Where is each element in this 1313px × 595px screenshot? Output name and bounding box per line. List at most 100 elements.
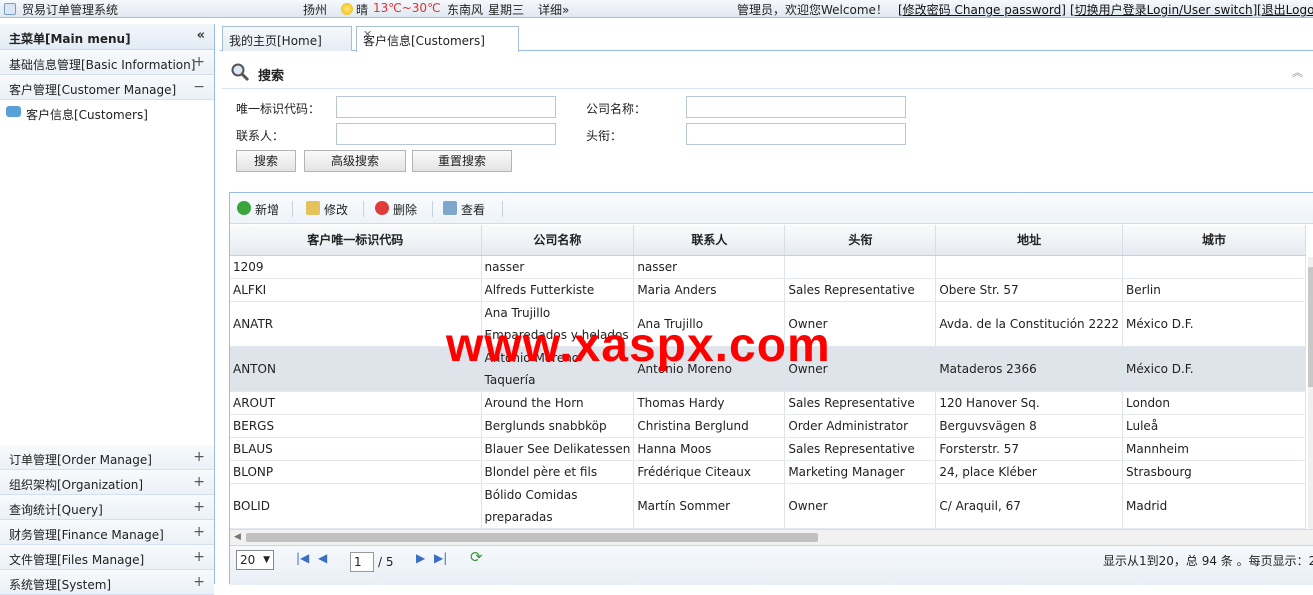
table-cell: Owner — [784, 483, 937, 529]
table-row[interactable]: BLONP Blondel père et fils Frédérique Ci… — [230, 460, 1307, 484]
collapse-sidebar-icon[interactable]: « — [197, 28, 205, 43]
table-cell: AROUT — [230, 391, 482, 415]
sidebar-item-customer-manage[interactable]: 客户管理[Customer Manage] − — [0, 75, 214, 100]
table-row[interactable]: 1209 nasser nasser — [230, 255, 1307, 279]
refresh-icon[interactable]: ⟳ — [470, 548, 483, 566]
expand-icon: + — [193, 54, 205, 70]
sidebar-subitem-label: 客户信息[Customers] — [26, 108, 148, 122]
table-cell: Frédérique Citeaux — [633, 460, 786, 484]
sidebar-item-label: 财务管理[Finance Manage] — [9, 528, 164, 542]
sidebar-item-label: 组织架构[Organization] — [9, 478, 144, 492]
next-page-icon[interactable]: ▶ — [416, 551, 425, 565]
sidebar-item-label: 订单管理[Order Manage] — [9, 453, 152, 467]
switch-user-link[interactable]: [切换用户登录Login/User switch] — [1070, 1, 1257, 18]
collapse-icon: − — [193, 79, 205, 95]
title-input[interactable] — [686, 123, 906, 145]
column-header[interactable]: 联系人 — [633, 225, 786, 256]
table-cell: nasser — [481, 255, 635, 279]
expand-icon: + — [193, 449, 205, 465]
add-label: 新增 — [255, 203, 280, 217]
tab-customers[interactable]: 客户信息[Customers] ✕ — [356, 26, 519, 52]
table-cell: 120 Hanover Sq. — [935, 391, 1124, 415]
company-label: 公司名称： — [586, 102, 647, 116]
table-row[interactable]: BERGS Berglunds snabbköp Christina Bergl… — [230, 414, 1307, 438]
table-cell: Luleå — [1122, 414, 1307, 438]
scroll-left-icon[interactable]: ◀ — [234, 532, 241, 542]
table-cell: 24, place Kléber — [935, 460, 1124, 484]
change-password-link[interactable]: [修改密码 Change password] — [898, 1, 1066, 18]
column-header[interactable]: 地址 — [935, 225, 1124, 256]
sidebar-item-basic-info[interactable]: 基础信息管理[Basic Information] + — [0, 50, 214, 75]
close-icon[interactable]: ✕ — [363, 28, 514, 41]
table-cell: Order Administrator — [784, 414, 937, 438]
table-cell: Berguvsvägen 8 — [935, 414, 1124, 438]
company-input[interactable] — [686, 96, 906, 118]
table-cell: ANATR — [230, 301, 482, 347]
id-label: 唯一标识代码： — [236, 102, 321, 116]
collapse-panel-icon[interactable]: ︽ — [1292, 64, 1303, 80]
table-cell — [1122, 255, 1307, 279]
sidebar-item-label: 文件管理[Files Manage] — [9, 553, 145, 567]
add-button[interactable]: 新增 — [237, 201, 279, 218]
table-row[interactable]: AROUT Around the Horn Thomas Hardy Sales… — [230, 391, 1307, 415]
table-cell — [935, 255, 1124, 279]
search-icon — [231, 63, 250, 82]
sidebar-item-query[interactable]: 查询统计[Query] + — [0, 495, 214, 520]
table-cell: Mannheim — [1122, 437, 1307, 461]
view-button[interactable]: 查看 — [443, 201, 485, 218]
horizontal-scrollbar[interactable]: ◀ — [230, 529, 1313, 545]
sidebar-item-organization[interactable]: 组织架构[Organization] + — [0, 470, 214, 495]
sidebar-item-system[interactable]: 系统管理[System] + — [0, 570, 214, 595]
scroll-thumb[interactable] — [1308, 267, 1313, 387]
table-cell: Sales Representative — [784, 391, 937, 415]
column-header[interactable]: 客户唯一标识代码 — [230, 225, 482, 256]
table-cell: Thomas Hardy — [633, 391, 786, 415]
toolbar-separator — [363, 201, 364, 217]
edit-button[interactable]: 修改 — [306, 201, 348, 218]
first-page-icon[interactable]: |◀ — [296, 551, 309, 565]
header-row: 客户唯一标识代码 公司名称 联系人 头衔 地址 城市 — [230, 225, 1307, 256]
table-row[interactable]: ALFKI Alfreds Futterkiste Maria Anders S… — [230, 278, 1307, 302]
table-cell: Martín Sommer — [633, 483, 786, 529]
reset-search-button[interactable]: 重置搜索 — [412, 150, 512, 172]
page-number-input[interactable]: 1 — [350, 552, 374, 572]
delete-button[interactable]: 删除 — [375, 201, 417, 218]
sidebar: 主菜单[Main menu] « 基础信息管理[Basic Informatio… — [0, 24, 215, 595]
sidebar-item-label: 系统管理[System] — [9, 578, 112, 592]
search-button[interactable]: 搜索 — [236, 150, 296, 172]
page-size-select[interactable]: 20 ▼ — [236, 550, 274, 570]
weather-detail-link[interactable]: 详细» — [538, 1, 569, 18]
table-cell: BLONP — [230, 460, 482, 484]
column-header[interactable]: 城市 — [1122, 225, 1307, 256]
sidebar-item-order-manage[interactable]: 订单管理[Order Manage] + — [0, 445, 214, 470]
add-icon — [237, 201, 251, 215]
advanced-search-button[interactable]: 高级搜索 — [304, 150, 406, 172]
vertical-scrollbar[interactable] — [1308, 257, 1313, 529]
table-cell: México D.F. — [1122, 301, 1307, 347]
sidebar-item-finance[interactable]: 财务管理[Finance Manage] + — [0, 520, 214, 545]
tab-home[interactable]: 我的主页[Home] — [222, 26, 352, 51]
sidebar-item-label: 客户管理[Customer Manage] — [9, 83, 177, 97]
sidebar-subitem-customers[interactable]: 客户信息[Customers] — [0, 100, 214, 126]
sidebar-bottom-menu: 订单管理[Order Manage] + 组织架构[Organization] … — [0, 445, 214, 595]
id-input[interactable] — [336, 96, 556, 118]
contact-input[interactable] — [336, 123, 556, 145]
toolbar-separator — [502, 201, 503, 217]
column-header[interactable]: 公司名称 — [481, 225, 635, 256]
pagination-bar: 20 ▼ |◀ ◀ 1 / 5 ▶ ▶| ⟳ 显示从1到20，总 94 条 。每… — [230, 545, 1313, 585]
sidebar-item-files[interactable]: 文件管理[Files Manage] + — [0, 545, 214, 570]
scroll-thumb[interactable] — [246, 533, 818, 542]
last-page-icon[interactable]: ▶| — [434, 551, 447, 565]
customer-grid: 新增 修改 删除 查看 客户唯一标识代码 公司名称 联系人 头衔 地址 城市 1… — [229, 192, 1313, 585]
table-cell: Christina Berglund — [633, 414, 786, 438]
pager-summary: 显示从1到20，总 94 条 。每页显示：2 — [1103, 554, 1313, 568]
table-row[interactable]: BLAUS Blauer See Delikatessen Hanna Moos… — [230, 437, 1307, 461]
tab-label: 我的主页[Home] — [229, 34, 322, 48]
welcome-text: 管理员，欢迎您Welcome！ — [737, 3, 888, 17]
column-header[interactable]: 头衔 — [784, 225, 937, 256]
total-pages: / 5 — [378, 555, 394, 569]
prev-page-icon[interactable]: ◀ — [318, 551, 327, 565]
table-row[interactable]: BOLID Bólido Comidas preparadas Martín S… — [230, 483, 1307, 529]
sidebar-header: 主菜单[Main menu] « — [0, 24, 214, 50]
logout-link[interactable]: [退出Logo — [1257, 1, 1313, 18]
